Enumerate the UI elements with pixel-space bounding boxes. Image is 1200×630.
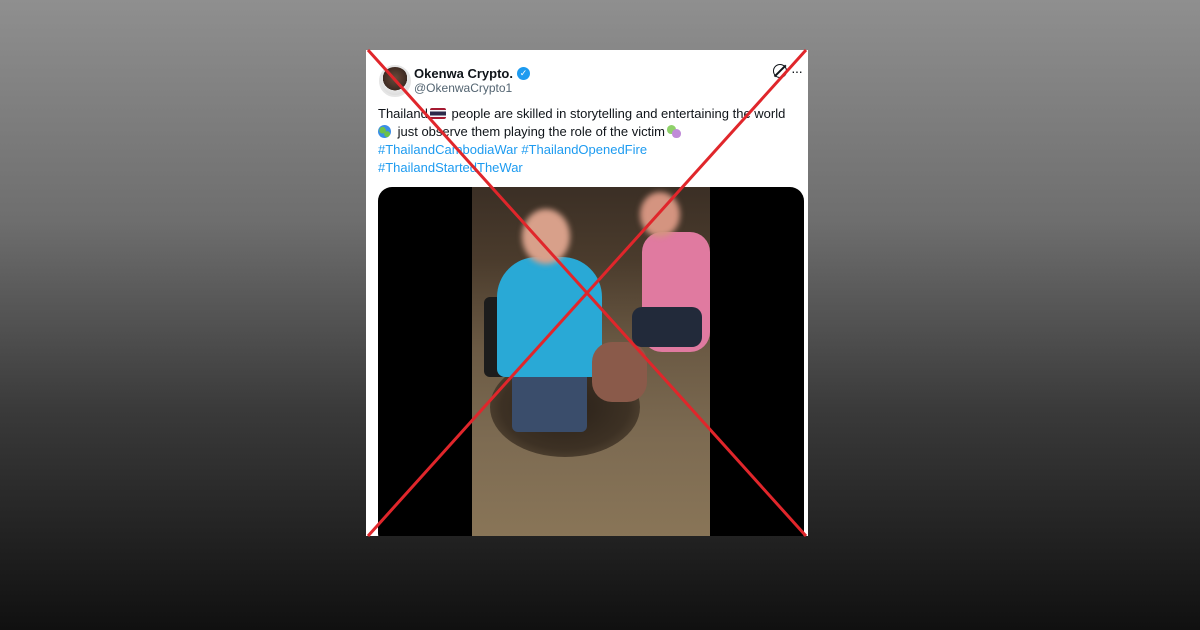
tweet-text: Thailand people are skilled in storytell… [378, 105, 798, 177]
hashtag-thailand-started-the-war[interactable]: #ThailandStartedTheWar [378, 160, 523, 175]
verified-badge-icon: ✓ [516, 67, 530, 80]
tweet-card: Okenwa Crypto. ✓ @OkenwaCrypto1 ··· Thai… [366, 50, 808, 536]
hashtag-thailand-opened-fire[interactable]: #ThailandOpenedFire [521, 142, 647, 157]
author-name-row: Okenwa Crypto. ✓ [414, 66, 530, 81]
person-shorts [632, 307, 702, 347]
blurred-face [522, 209, 570, 264]
thailand-flag-emoji [429, 108, 446, 119]
globe-emoji [378, 125, 391, 138]
tweet-actions: ··· [773, 64, 803, 78]
person-blue-shirt [497, 257, 602, 377]
tweet-text-part2: people are skilled in storytelling and e… [447, 106, 786, 121]
grok-icon[interactable] [773, 64, 787, 78]
tweet-text-part3: just observe them playing the role of th… [394, 124, 665, 139]
author-name[interactable]: Okenwa Crypto. [414, 66, 513, 81]
hashtag-thailand-cambodia-war[interactable]: #ThailandCambodiaWar [378, 142, 518, 157]
video-frame [472, 187, 710, 536]
author-avatar[interactable] [379, 65, 411, 97]
person-in-hole [592, 342, 647, 402]
author-handle[interactable]: @OkenwaCrypto1 [414, 81, 512, 95]
tweet-video[interactable] [378, 187, 804, 536]
blurred-face-2 [640, 192, 680, 237]
tweet-text-part1: Thailand [378, 106, 428, 121]
performing-arts-emoji [666, 125, 681, 138]
more-options-icon[interactable]: ··· [791, 64, 803, 78]
